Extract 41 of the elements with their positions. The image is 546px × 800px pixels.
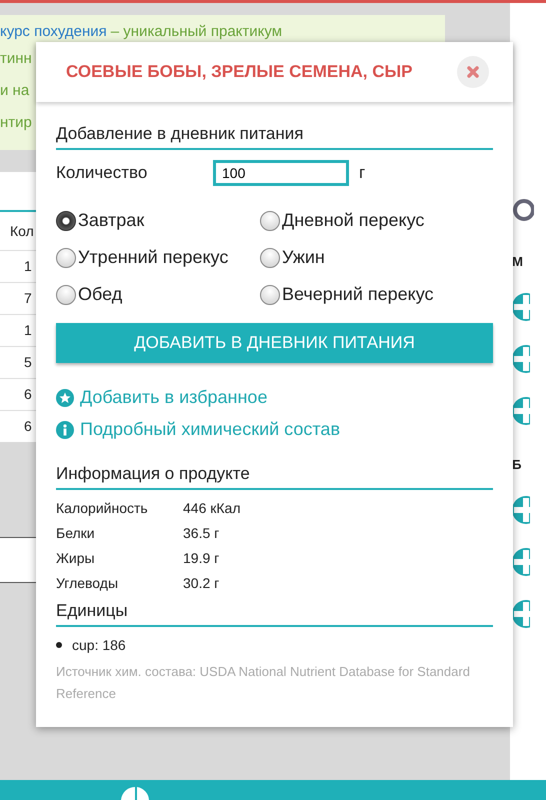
unit-item: cup: 186 bbox=[72, 637, 126, 653]
add-icon[interactable] bbox=[512, 345, 530, 373]
nutrient-name: Калорийность bbox=[56, 500, 149, 516]
course-link[interactable]: курс похудения bbox=[0, 23, 107, 40]
nutrient-name: Белки bbox=[56, 525, 96, 541]
meal-option[interactable]: Ужин bbox=[260, 247, 493, 268]
section-title: Единицы bbox=[56, 601, 493, 627]
meal-option[interactable]: Обед bbox=[56, 284, 260, 305]
meal-option[interactable]: Вечерний перекус bbox=[260, 284, 493, 305]
side-label: Б bbox=[512, 457, 522, 472]
notice-text: – уникальный практикум bbox=[110, 23, 282, 40]
section-title: Информация о продукте bbox=[56, 464, 493, 490]
meal-option[interactable]: Завтрак bbox=[56, 210, 260, 231]
add-icon[interactable] bbox=[512, 293, 530, 321]
ring-icon bbox=[512, 198, 534, 222]
source-note: Источник хим. состава: USDA National Nutrient Database for Standard Reference bbox=[56, 663, 471, 703]
add-icon[interactable] bbox=[512, 397, 530, 425]
add-icon[interactable] bbox=[512, 548, 530, 576]
meal-option[interactable]: Утренний перекус bbox=[56, 247, 260, 268]
nutrient-name: Жиры bbox=[56, 550, 96, 566]
info-icon bbox=[56, 420, 74, 438]
add-icon[interactable] bbox=[512, 496, 530, 524]
close-icon bbox=[467, 66, 479, 78]
add-icon[interactable] bbox=[512, 600, 530, 628]
notice-text: и на bbox=[0, 81, 30, 101]
notice-text: нтир bbox=[0, 113, 33, 133]
side-label: М bbox=[512, 254, 523, 269]
unit-label: г bbox=[359, 163, 366, 183]
notice-text: тинн bbox=[0, 49, 33, 69]
bullet-icon bbox=[56, 642, 62, 648]
quantity-label: Количество bbox=[56, 163, 148, 183]
dialog-title: СОЕВЫЕ БОБЫ, ЗРЕЛЫЕ СЕМЕНА, СЫР bbox=[66, 62, 412, 82]
nutrient-value: 446 кКал bbox=[183, 500, 242, 516]
nutrient-value: 36.5 г bbox=[183, 525, 220, 541]
meal-option[interactable]: Дневной перекус bbox=[260, 210, 493, 231]
section-title: Добавление в дневник питания bbox=[56, 124, 493, 150]
nutrient-value: 30.2 г bbox=[183, 575, 220, 591]
nutrient-value: 19.9 г bbox=[183, 550, 220, 566]
close-button[interactable] bbox=[457, 56, 489, 88]
nutrient-name: Углеводы bbox=[56, 575, 120, 591]
quantity-field[interactable]: 100 bbox=[213, 160, 349, 186]
